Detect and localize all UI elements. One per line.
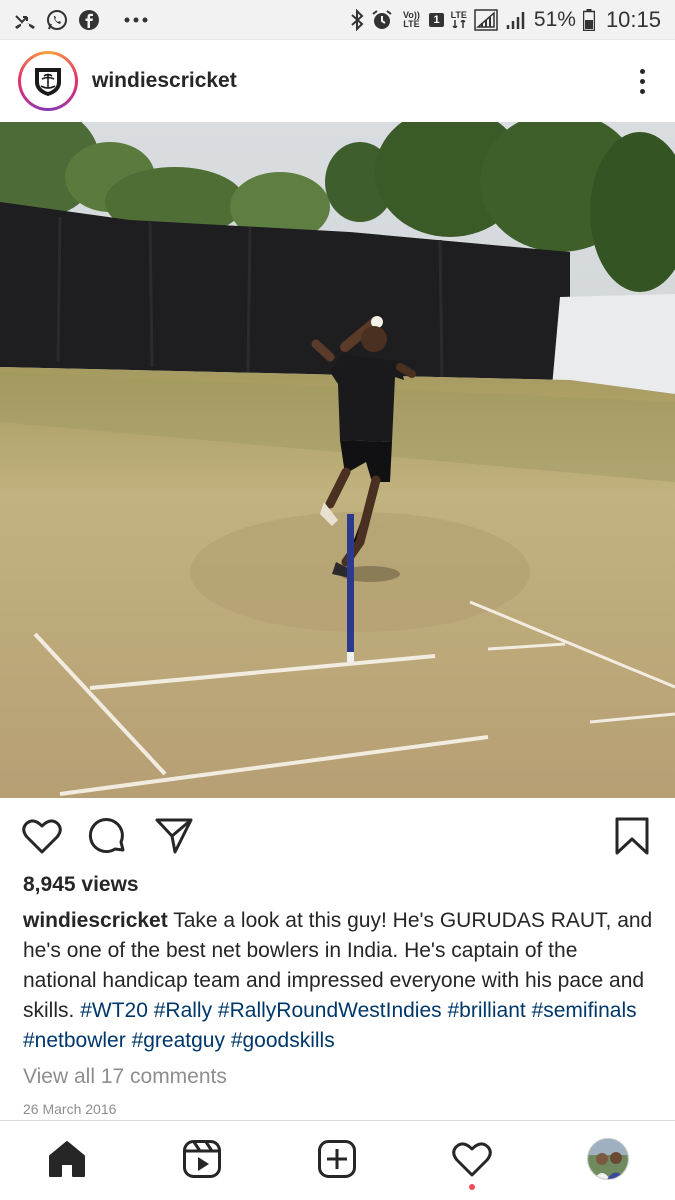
send-icon — [155, 818, 193, 854]
dot-icon — [639, 88, 645, 94]
like-button[interactable] — [20, 814, 64, 858]
post-video[interactable] — [0, 122, 675, 798]
cricket-practice-scene — [0, 122, 675, 798]
comment-button[interactable] — [86, 814, 130, 858]
sim-indicator: 1 — [429, 12, 444, 27]
bottom-navigation — [0, 1120, 675, 1200]
windies-logo — [21, 54, 75, 108]
bookmark-icon — [615, 817, 649, 855]
comment-icon — [88, 818, 125, 854]
profile-avatar — [587, 1138, 629, 1180]
add-post-icon — [318, 1140, 356, 1178]
home-icon — [49, 1141, 85, 1177]
reels-icon — [183, 1140, 221, 1178]
view-count[interactable]: 8,945 views — [23, 873, 139, 897]
heart-icon — [452, 1142, 492, 1177]
bluetooth-icon — [350, 8, 364, 31]
lte-signal-icon: LTE — [451, 11, 467, 28]
nav-create-button[interactable] — [315, 1137, 359, 1181]
post-username[interactable]: windiescricket — [92, 69, 237, 93]
account-avatar[interactable] — [18, 51, 78, 111]
signal-icon — [474, 8, 498, 31]
battery-percentage: 51% — [533, 7, 576, 31]
more-options-button[interactable] — [627, 61, 657, 101]
hashtag-link[interactable]: #greatguy — [132, 1029, 225, 1052]
hashtag-link[interactable]: #semifinals — [532, 999, 637, 1022]
nav-profile-button[interactable] — [586, 1137, 630, 1181]
volte-indicator: Vo)) LTE — [403, 9, 420, 29]
status-bar: Vo)) LTE 1 LTE 51% 10:15 — [0, 0, 675, 40]
alarm-icon — [371, 9, 393, 31]
hashtag-link[interactable]: #RallyRoundWestIndies — [218, 999, 442, 1022]
nav-activity-button[interactable] — [450, 1137, 494, 1181]
hashtag-link[interactable]: #netbowler — [23, 1029, 126, 1052]
more-notifications-icon — [124, 16, 148, 24]
post-date: 26 March 2016 — [23, 1101, 117, 1117]
missed-call-icon — [14, 10, 36, 30]
activity-notification-dot — [469, 1184, 475, 1190]
heart-icon — [22, 819, 62, 854]
hashtag-link[interactable]: #WT20 — [80, 999, 148, 1022]
status-right: Vo)) LTE 1 LTE 51% 10:15 — [350, 7, 661, 33]
nav-home-button[interactable] — [45, 1137, 89, 1181]
post-header: windiescricket — [0, 41, 675, 121]
share-button[interactable] — [152, 814, 196, 858]
clock: 10:15 — [605, 6, 661, 32]
view-all-comments-link[interactable]: View all 17 comments — [23, 1065, 227, 1089]
whatsapp-icon — [46, 9, 68, 31]
signal-icon-2 — [505, 9, 527, 31]
caption-username[interactable]: windiescricket — [23, 909, 168, 932]
post-actions — [0, 810, 675, 862]
dot-icon — [639, 78, 645, 84]
hashtag-link[interactable]: #Rally — [154, 999, 212, 1022]
post-caption: windiescricket Take a look at this guy! … — [23, 906, 655, 1056]
facebook-icon — [78, 9, 100, 31]
dot-icon — [639, 68, 645, 74]
hashtag-link[interactable]: #goodskills — [231, 1029, 335, 1052]
save-button[interactable] — [610, 814, 654, 858]
nav-reels-button[interactable] — [180, 1137, 224, 1181]
hashtag-link[interactable]: #brilliant — [448, 999, 526, 1022]
battery-icon — [582, 8, 595, 31]
status-left — [14, 9, 148, 31]
stump — [347, 514, 354, 660]
